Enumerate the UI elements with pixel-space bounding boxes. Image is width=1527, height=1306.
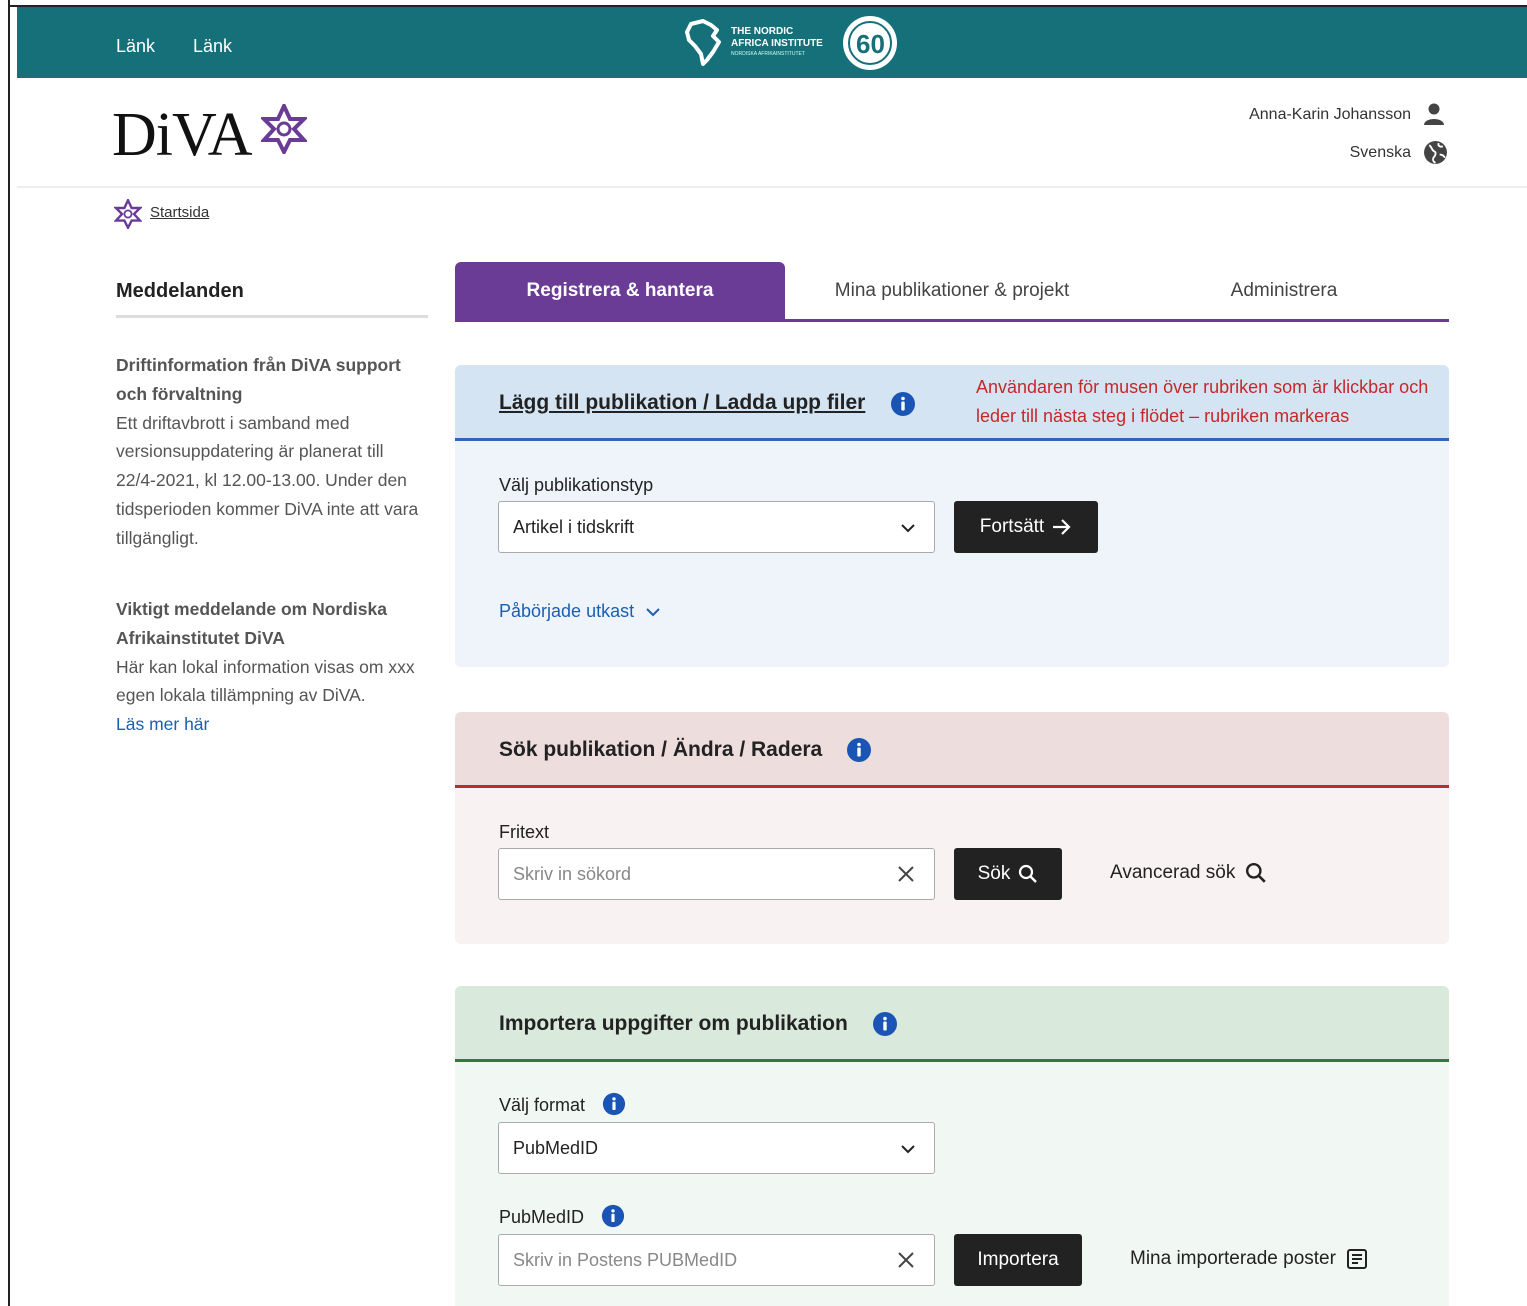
chevron-down-icon	[901, 524, 915, 533]
logo-line-1: THE NORDIC	[731, 26, 793, 37]
top-link-2[interactable]: Länk	[193, 36, 232, 57]
message-heading: Driftinformation från DiVA support och f…	[116, 355, 401, 404]
search-icon	[1019, 864, 1038, 883]
tab-my-publications[interactable]: Mina publikationer & projekt	[795, 262, 1109, 320]
close-icon[interactable]	[896, 1250, 916, 1270]
pubmedid-label: PubMedID	[499, 1207, 585, 1227]
import-button[interactable]: Importera	[954, 1234, 1082, 1286]
info-icon[interactable]	[602, 1092, 626, 1116]
my-imported-records-link[interactable]: Mina importerade poster	[1130, 1248, 1368, 1270]
main-tabs: Registrera & hantera Mina publikationer …	[455, 262, 1449, 322]
message-body: Ett driftavbrott i samband med versionsu…	[116, 412, 419, 548]
panel-header: Lägg till publikation / Ladda upp filer …	[455, 365, 1449, 441]
add-publication-panel: Lägg till publikation / Ladda upp filer …	[455, 365, 1449, 667]
advanced-search-link[interactable]: Avancerad sök	[1110, 862, 1267, 884]
header: DiVA Anna-Karin Johansson Svenska	[17, 78, 1527, 188]
continue-button[interactable]: Fortsätt	[954, 501, 1098, 553]
sidebar-message-1: Driftinformation från DiVA support och f…	[116, 351, 428, 553]
format-select[interactable]: PubMedID	[498, 1122, 935, 1174]
arrow-right-icon	[1053, 519, 1071, 535]
info-icon[interactable]	[890, 391, 916, 417]
drafts-label: Påbörjade utkast	[499, 601, 635, 621]
pubmedid-input[interactable]: Skriv in Postens PUBMedID	[498, 1234, 935, 1286]
nordic-africa-institute-logo[interactable]: THE NORDIC AFRICA INSTITUTE NORDISKA AFR…	[683, 16, 913, 70]
sidebar-title: Meddelanden	[116, 280, 428, 318]
freetext-label: Fritext	[499, 822, 550, 842]
user-name[interactable]: Anna-Karin Johansson	[1249, 106, 1411, 124]
logo-line-3: NORDISKA AFRIKAINSTITUTET	[731, 51, 805, 57]
search-publication-panel: Sök publikation / Ändra / Radera Fritext…	[455, 712, 1449, 944]
user-icon[interactable]	[1423, 103, 1445, 125]
pubmedid-placeholder: Skriv in Postens PUBMedID	[513, 1250, 738, 1270]
message-heading: Viktigt meddelande om Nordiska Afrikains…	[116, 599, 387, 648]
select-value: Artikel i tidskrift	[513, 517, 635, 537]
info-icon[interactable]	[601, 1204, 625, 1228]
tab-administer[interactable]: Administrera	[1155, 262, 1413, 320]
star-icon	[261, 104, 307, 154]
breadcrumb-home-link[interactable]: Startsida	[150, 204, 209, 221]
language-selector[interactable]: Svenska	[1350, 144, 1411, 162]
add-publication-title-link[interactable]: Lägg till publikation / Ladda upp filer	[499, 391, 865, 415]
publication-type-label: Välj publikationstyp	[499, 475, 654, 495]
panel-header: Importera uppgifter om publikation	[455, 986, 1449, 1062]
sidebar-message-2: Viktigt meddelande om Nordiska Afrikains…	[116, 595, 428, 739]
freetext-input[interactable]: Skriv in sökord	[498, 848, 935, 900]
read-more-link[interactable]: Läs mer här	[116, 714, 209, 734]
logo-line-2: AFRICA INSTITUTE	[731, 38, 823, 49]
close-icon[interactable]	[896, 864, 916, 884]
import-label: Importera	[977, 1249, 1059, 1270]
drafts-toggle[interactable]: Påbörjade utkast	[499, 601, 660, 622]
sidebar: Meddelanden	[116, 280, 428, 318]
top-bar: Länk Länk THE NORDIC AFRICA INSTITUTE NO…	[17, 7, 1527, 78]
continue-label: Fortsätt	[979, 516, 1045, 537]
chevron-down-icon	[901, 1145, 915, 1154]
import-publication-panel: Importera uppgifter om publikation Välj …	[455, 986, 1449, 1306]
select-value: PubMedID	[513, 1138, 599, 1158]
my-imports-label: Mina importerade poster	[1130, 1248, 1336, 1269]
search-publication-title[interactable]: Sök publikation / Ändra / Radera	[499, 738, 822, 762]
publication-type-select[interactable]: Artikel i tidskrift	[498, 501, 935, 553]
info-icon[interactable]	[872, 1011, 898, 1037]
format-label: Välj format	[499, 1095, 586, 1115]
annotation-note: Användaren för musen över rubriken som ä…	[976, 377, 1429, 426]
star-icon	[114, 199, 142, 229]
chevron-down-icon	[646, 607, 660, 616]
message-body: Här kan lokal information visas om xxx e…	[116, 656, 415, 706]
tab-register-manage[interactable]: Registrera & hantera	[455, 262, 785, 320]
africa-map-icon: THE NORDIC AFRICA INSTITUTE NORDISKA AFR…	[685, 16, 897, 70]
logo-badge: 60	[856, 29, 885, 59]
search-button[interactable]: Sök	[954, 848, 1062, 900]
document-icon	[1346, 1249, 1367, 1269]
search-label: Sök	[977, 863, 1011, 884]
freetext-placeholder: Skriv in sökord	[513, 864, 632, 884]
frame-left	[8, 0, 10, 1306]
panel-header: Sök publikation / Ändra / Radera	[455, 712, 1449, 788]
search-icon	[1246, 862, 1267, 883]
globe-icon[interactable]	[1423, 140, 1448, 165]
import-publication-title[interactable]: Importera uppgifter om publikation	[499, 1012, 848, 1036]
info-icon[interactable]	[846, 737, 872, 763]
diva-logo[interactable]: DiVA	[112, 100, 253, 171]
advanced-search-label: Avancerad sök	[1110, 862, 1236, 883]
top-link-1[interactable]: Länk	[116, 36, 155, 57]
